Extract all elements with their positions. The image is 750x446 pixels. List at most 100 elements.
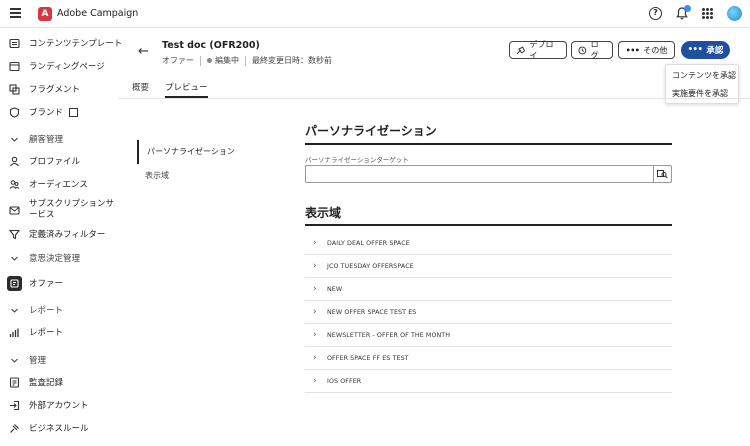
sidebar-section-decision-management[interactable]: 意思決定管理 [0,248,118,268]
section-rule [305,224,672,226]
more-label: その他 [643,45,668,55]
divider [245,55,246,66]
filter-icon [9,229,20,240]
audience-icon [9,179,20,190]
landing-page-icon [9,61,20,72]
chevron-down-icon [9,134,20,145]
page-title: Test doc (OFR200) [162,40,260,51]
tab-preview[interactable]: プレビュー [165,78,208,98]
personalization-target-input[interactable] [305,165,654,183]
sidebar: コンテンツテンプレート ランディングページ フラグメント ブランド 顧客管理 プ… [0,28,122,446]
preview-subnav: パーソナライゼーション 表示域 [137,140,235,188]
sidebar-item-audiences[interactable]: オーディエンス [0,174,118,194]
deploy-button[interactable]: デプロイ [509,40,567,60]
notification-bell-icon[interactable] [676,5,691,20]
deploy-icon [516,46,526,54]
deploy-label: デプロイ [529,40,554,60]
sidebar-item-label: プロファイル [29,157,81,167]
sidebar-item-profiles[interactable]: プロファイル [0,151,118,171]
template-icon [9,38,20,49]
sidebar-section-reports[interactable]: レポート [0,300,118,320]
chevron-down-icon [9,253,20,264]
search-profile-icon [657,170,668,179]
sidebar-item-label: オファー [29,279,64,289]
sidebar-item-external-accounts[interactable]: 外部アカウント [0,395,118,415]
sidebar-item-label: コンテンツテンプレート [29,39,123,49]
sidebar-item-business-rules[interactable]: ビジネスルール [0,418,118,438]
sidebar-item-fragments[interactable]: フラグメント [0,79,118,99]
top-bar: A Adobe Campaign ? [0,0,750,28]
sidebar-item-label: ビジネスルール [29,424,89,434]
sidebar-item-label: レポート [29,328,64,338]
subnav-item-placements[interactable]: 表示域 [137,164,235,188]
notification-dot [684,5,691,12]
placements-list: › DAILY DEAL OFFER SPACE › JCO TUESDAY OFF… [305,232,672,393]
more-icon: ••• [625,45,640,55]
sidebar-item-label: ランディングページ [29,62,105,72]
sidebar-item-label: フラグメント [29,85,81,95]
sidebar-item-content-templates[interactable]: コンテンツテンプレート [0,33,122,53]
tab-overview[interactable]: 概要 [132,78,149,98]
sidebar-item-audit-trail[interactable]: 監査記録 [0,372,118,392]
back-arrow-icon[interactable]: ← [138,44,149,59]
status-dot-icon [207,58,212,63]
help-icon[interactable]: ? [649,7,662,20]
audit-icon [9,376,20,388]
log-label: ログ [590,40,599,60]
sidebar-item-offers[interactable]: オファー [0,273,118,293]
top-icons: ? [649,5,742,21]
list-item[interactable]: › NEW [305,278,672,301]
sidebar-item-label: ブランド [29,108,64,118]
sidebar-section-label: 管理 [29,356,47,366]
log-icon [578,46,587,54]
sidebar-item-label: サブスクリプションサービス [29,199,115,220]
chevron-right-icon: › [313,238,317,248]
sidebar-item-label: オーディエンス [29,180,88,190]
sidebar-item-label: 定義済みフィルター [29,230,106,240]
sidebar-section-administration[interactable]: 管理 [0,350,118,370]
sidebar-item-landing-pages[interactable]: ランディングページ [0,56,118,76]
approve-button[interactable]: ••• 承認 [681,41,730,59]
fragment-icon [9,83,20,95]
offer-icon [7,275,22,291]
sidebar-item-predefined-filters[interactable]: 定義済みフィルター [0,224,118,244]
sidebar-section-label: レポート [29,306,64,316]
log-button[interactable]: ログ [571,40,613,60]
more-button[interactable]: ••• その他 [618,41,675,59]
sidebar-section-label: 顧客管理 [29,135,64,145]
adobe-logo: A [38,7,52,21]
personalization-target-label: パーソナライゼーションターゲット [305,156,409,164]
sidebar-item-subscription-services[interactable]: サブスクリプションサービス [0,197,118,223]
profile-icon [9,156,20,167]
list-item[interactable]: › IOS OFFER [305,370,672,393]
list-item[interactable]: › NEWSLETTER - OFFER OF THE MONTH [305,324,672,347]
external-link-icon [69,107,79,117]
sidebar-item-brands[interactable]: ブランド [0,102,118,122]
chevron-down-icon [9,305,20,316]
chevron-right-icon: › [313,261,317,271]
sidebar-section-customer-management[interactable]: 顧客管理 [0,129,118,149]
app-switcher-icon[interactable] [702,8,713,19]
list-item[interactable]: › OFFER SPACE FF ES TEST [305,347,672,370]
personalization-title: パーソナライゼーション [305,124,437,138]
list-item[interactable]: › JCO TUESDAY OFFERSPACE [305,255,672,278]
chevron-right-icon: › [313,307,317,317]
subnav-item-personalization[interactable]: パーソナライゼーション [137,140,235,164]
list-item[interactable]: › DAILY DEAL OFFER SPACE [305,232,672,255]
chevron-down-icon [9,355,20,366]
chevron-right-icon: › [313,330,317,340]
page-meta: オファー 編集中 最終変更日時：数秒前 [162,55,332,66]
app-brand-name: Adobe Campaign [57,8,139,19]
profile-picker-button[interactable] [654,165,672,183]
sidebar-item-label: 外部アカウント [29,401,89,411]
brand-icon [9,106,20,118]
user-avatar[interactable] [727,6,742,21]
menu-item-approve-eligibility[interactable]: 実施要件を承認 [666,85,738,103]
menu-item-approve-content[interactable]: コンテンツを承認 [666,67,738,85]
sidebar-item-reports[interactable]: レポート [0,322,118,342]
object-type: オファー [162,56,194,65]
chevron-right-icon: › [313,353,317,363]
chevron-right-icon: › [313,284,317,294]
hamburger-menu-icon[interactable] [10,8,21,18]
list-item[interactable]: › NEW OFFER SPACE TEST ES [305,301,672,324]
